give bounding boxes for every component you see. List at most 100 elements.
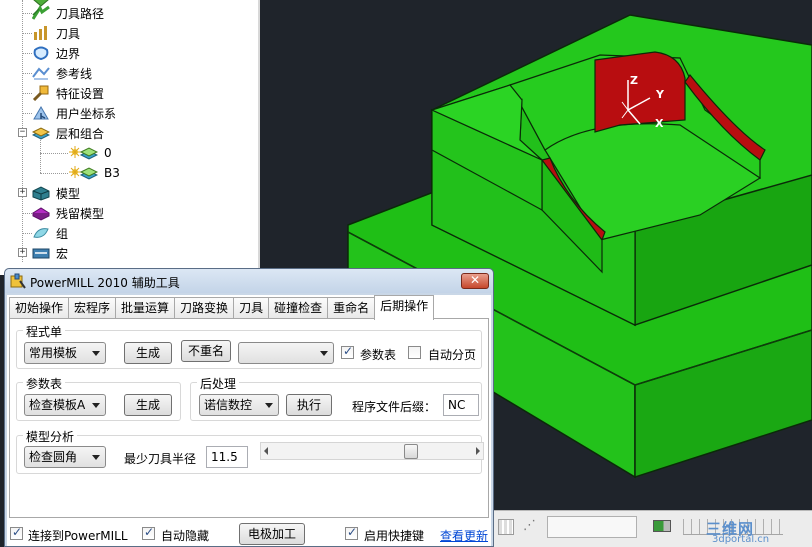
tree-item-label: 刀具路径 — [56, 6, 105, 21]
tree-guide — [40, 173, 68, 174]
tool-icon — [32, 25, 50, 41]
tree-item-label: 组 — [56, 226, 69, 241]
post-processor-select[interactable]: 诺信数控 — [199, 394, 279, 416]
expand-macros-toggle[interactable]: + — [18, 248, 27, 257]
tree-item-stock-models[interactable]: 残留模型 — [32, 203, 104, 223]
tree-guide — [22, 93, 32, 94]
tree-guide — [22, 33, 32, 34]
tab-post-ops[interactable]: 后期操作 — [374, 295, 435, 320]
select-value: 检查模板A — [29, 398, 86, 412]
tree-guide — [40, 140, 41, 173]
model-check-select[interactable]: 检查圆角 — [24, 446, 106, 468]
tree-item-label: 残留模型 — [56, 206, 105, 221]
tree-guide — [22, 73, 32, 74]
hotkey-checkbox[interactable] — [345, 525, 358, 540]
tree-guide — [40, 153, 68, 154]
params-generate-button[interactable]: 生成 — [124, 394, 172, 416]
axis-x-label: X — [655, 117, 664, 130]
stock-model-icon — [32, 205, 50, 221]
dialog-footer: 连接到PowerMILL 自动隐藏 电极加工 启用快捷键 查看更新 — [7, 523, 491, 546]
tree-guide — [22, 113, 32, 114]
battery-icon — [653, 520, 671, 532]
tab-collision-check[interactable]: 碰撞检查 — [268, 297, 329, 319]
tab-toolpath-transform[interactable]: 刀路变换 — [174, 297, 235, 319]
snap-icon[interactable]: ⋰ — [523, 518, 536, 533]
layer-icon — [68, 165, 99, 181]
program-template-select[interactable]: 常用模板 — [24, 342, 106, 364]
tree-item-macros[interactable]: 宏 — [32, 243, 68, 263]
program-generate-button[interactable]: 生成 — [124, 342, 172, 364]
tab-tools[interactable]: 刀具 — [233, 297, 270, 319]
tree-item-workplanes[interactable]: 用户坐标系 — [32, 103, 116, 123]
tree-item-boundaries[interactable]: 边界 — [32, 43, 80, 63]
collapse-layers-toggle[interactable]: − — [18, 128, 27, 137]
powermill-helper-dialog: PowerMILL 2010 辅助工具 ✕ 初始操作 宏程序 批量运算 刀路变换… — [4, 268, 494, 547]
radius-slider[interactable] — [260, 442, 484, 460]
tab-batch[interactable]: 批量运算 — [115, 297, 176, 319]
tree-item-label: 0 — [104, 146, 112, 160]
select-value: 诺信数控 — [204, 398, 253, 412]
dialog-titlebar[interactable]: PowerMILL 2010 辅助工具 ✕ — [5, 269, 493, 293]
tab-initial-ops[interactable]: 初始操作 — [9, 297, 70, 319]
group-label: 后处理 — [197, 375, 240, 392]
slider-right-arrow-icon[interactable] — [476, 447, 480, 455]
tree-item-label: 层和组合 — [56, 126, 105, 141]
tree-guide — [22, 233, 32, 234]
group-label: 参数表 — [23, 375, 66, 392]
tree-guide — [22, 13, 32, 14]
no-rename-button[interactable]: 不重名 — [181, 340, 231, 362]
tree-item-toolpaths[interactable]: 刀具路径 — [31, 3, 105, 23]
slider-left-arrow-icon[interactable] — [264, 447, 268, 455]
tree-item-label: 参考线 — [56, 66, 93, 81]
tree-item-label: 刀具 — [56, 26, 81, 41]
pattern-icon — [32, 65, 50, 81]
tab-rename[interactable]: 重命名 — [327, 297, 376, 319]
min-tool-radius-label: 最少刀具半径 — [124, 452, 197, 466]
tree-item-label: 用户坐标系 — [56, 106, 117, 121]
tree-item-label: 模型 — [56, 186, 81, 201]
chevron-down-icon — [92, 403, 100, 408]
status-field — [547, 516, 637, 538]
app-icon — [10, 273, 26, 289]
tab-macros[interactable]: 宏程序 — [68, 297, 117, 319]
explorer-tree: 刀具路径 刀具 边界 参考线 特征设置 用户坐标系 − 层和组合 0 B3 + … — [0, 0, 260, 275]
tree-item-layer-0[interactable]: 0 — [68, 143, 112, 163]
min-tool-radius-input[interactable]: 11.5 — [206, 446, 248, 468]
slider-thumb[interactable] — [404, 444, 419, 459]
select-value: 常用模板 — [29, 346, 78, 360]
boundary-icon — [32, 45, 50, 61]
connect-powermill-checkbox[interactable] — [10, 525, 23, 540]
tree-item-tools[interactable]: 刀具 — [32, 23, 80, 43]
tree-item-groups[interactable]: 组 — [32, 223, 68, 243]
check-update-link[interactable]: 查看更新 — [440, 527, 488, 544]
chevron-down-icon — [265, 403, 273, 408]
params-template-select[interactable]: 检查模板A — [24, 394, 106, 416]
tree-item-models[interactable]: 模型 — [32, 183, 80, 203]
tree-item-layer-b3[interactable]: B3 — [68, 163, 120, 183]
chevron-down-icon — [92, 455, 100, 460]
chevron-down-icon — [320, 351, 328, 356]
auto-hide-checkbox[interactable] — [142, 525, 155, 540]
electrode-machining-button[interactable]: 电极加工 — [239, 523, 305, 545]
file-suffix-input[interactable]: NC — [443, 394, 479, 416]
workplane-icon — [32, 105, 50, 121]
macro-icon — [32, 245, 50, 261]
tab-strip: 初始操作 宏程序 批量运算 刀路变换 刀具 碰撞检查 重命名 后期操作 — [9, 295, 435, 320]
toolpath-icon — [31, 4, 50, 21]
tree-guide — [22, 213, 32, 214]
close-button[interactable]: ✕ — [461, 273, 489, 289]
run-post-button[interactable]: 执行 — [286, 394, 332, 416]
expand-models-toggle[interactable]: + — [18, 188, 27, 197]
program-extra-select[interactable] — [238, 342, 334, 364]
tree-item-layers[interactable]: 层和组合 — [31, 123, 105, 143]
tree-item-features[interactable]: 特征设置 — [32, 83, 104, 103]
feature-icon — [32, 85, 50, 102]
params-table-checkbox[interactable] — [341, 344, 354, 359]
watermark-url: 3dportal.cn — [712, 534, 770, 545]
tree-item-label: 特征设置 — [56, 86, 105, 101]
select-value: 检查圆角 — [29, 450, 78, 464]
hotkey-label: 启用快捷键 — [364, 529, 425, 543]
tree-item-patterns[interactable]: 参考线 — [32, 63, 92, 83]
auto-page-checkbox[interactable] — [408, 346, 421, 359]
layers-icon — [31, 125, 51, 141]
